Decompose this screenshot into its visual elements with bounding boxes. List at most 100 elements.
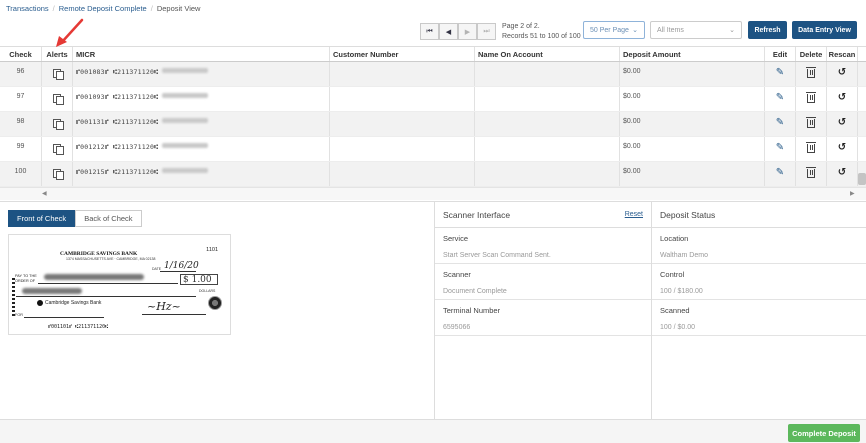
check-cell: 98 [0, 112, 42, 136]
per-page-select[interactable]: 50 Per Page ⌄ [583, 21, 645, 39]
data-entry-view-button[interactable]: Data Entry View [792, 21, 857, 39]
column-header-check[interactable]: Check [0, 47, 42, 61]
copy-icon[interactable] [52, 143, 64, 155]
rescan-icon[interactable]: ↺ [838, 68, 846, 78]
table-row[interactable]: 97 ⑈001093⑈ ⑆211371120⑆ $0.00 ✎ ↺ [0, 87, 866, 112]
name-on-account-cell [475, 137, 620, 161]
edit-cell: ✎ [765, 62, 796, 86]
edit-cell: ✎ [765, 112, 796, 136]
grid-header: Check Alerts MICR Customer Number Name O… [0, 47, 866, 62]
scroll-right-icon[interactable]: ▶ [850, 190, 855, 197]
copy-icon[interactable] [52, 93, 64, 105]
deposit-status-title: Deposit Status [660, 209, 716, 220]
trash-icon[interactable] [806, 67, 816, 78]
column-header-alerts[interactable]: Alerts [42, 47, 73, 61]
copy-icon[interactable] [52, 168, 64, 180]
check-amount: $ 1.00 [180, 274, 218, 285]
check-bank-address: 1374 MASSACHUSETTS AVE · CAMBRIDGE, MA 0… [66, 257, 156, 261]
horizontal-scrollbar[interactable]: ◀ ▶ [0, 187, 866, 200]
deposit-grid: Check Alerts MICR Customer Number Name O… [0, 46, 866, 200]
rescan-cell: ↺ [827, 87, 858, 111]
column-header-micr[interactable]: MICR [73, 47, 330, 61]
items-filter-select[interactable]: All Items ⌄ [650, 21, 742, 39]
prev-page-button[interactable]: ◀ [439, 23, 458, 40]
field-value: 100 / $0.00 [660, 324, 696, 331]
breadcrumb-deposit-view: Deposit View [156, 3, 201, 13]
table-row[interactable]: 98 ⑈001131⑈ ⑆211371120⑆ $0.00 ✎ ↺ [0, 112, 866, 137]
next-page-button[interactable]: ▶ [458, 23, 477, 40]
scroll-left-icon[interactable]: ◀ [42, 190, 47, 197]
check-number: 1101 [206, 247, 218, 253]
scanner-field-terminal-number: Terminal Number 6595066 [435, 300, 651, 336]
tab-back-of-check[interactable]: Back of Check [75, 210, 142, 227]
micr-cell: ⑈001131⑈ ⑆211371120⑆ [73, 112, 330, 136]
trash-icon[interactable] [806, 142, 816, 153]
column-header-name-on-account[interactable]: Name On Account [475, 47, 620, 61]
first-page-button[interactable]: ⏮ [420, 23, 439, 40]
trash-icon[interactable] [806, 92, 816, 103]
pencil-icon[interactable]: ✎ [776, 143, 784, 153]
micr-cell: ⑈001215⑈ ⑆211371120⑆ [73, 162, 330, 186]
micr-text: ⑈001212⑈ ⑆211371120⑆ [76, 143, 159, 151]
vertical-scrollbar-thumb[interactable] [858, 173, 866, 185]
chevron-down-icon: ⌄ [632, 27, 638, 34]
delete-cell [796, 137, 827, 161]
complete-deposit-button[interactable]: Complete Deposit [788, 424, 860, 442]
breadcrumb-remote-deposit-complete[interactable]: Remote Deposit Complete [59, 4, 147, 13]
pencil-icon[interactable]: ✎ [776, 168, 784, 178]
copy-icon[interactable] [52, 118, 64, 130]
redacted-account [162, 118, 209, 123]
tab-front-of-check[interactable]: Front of Check [8, 210, 76, 227]
pencil-icon[interactable]: ✎ [776, 93, 784, 103]
delete-cell [796, 162, 827, 186]
name-on-account-cell [475, 87, 620, 111]
rescan-icon[interactable]: ↺ [838, 93, 846, 103]
micr-text: ⑈001093⑈ ⑆211371120⑆ [76, 93, 159, 101]
row-filler [858, 62, 866, 86]
breadcrumb-separator: / [52, 3, 55, 13]
redacted-account [162, 68, 209, 73]
check-cell: 96 [0, 62, 42, 86]
chevron-down-icon: ⌄ [729, 27, 735, 34]
column-header-customer-number[interactable]: Customer Number [330, 47, 475, 61]
rescan-icon[interactable]: ↺ [838, 118, 846, 128]
copy-icon[interactable] [52, 68, 64, 80]
check-cell: 97 [0, 87, 42, 111]
table-row[interactable]: 96 ⑈001083⑈ ⑆211371120⑆ $0.00 ✎ ↺ [0, 62, 866, 87]
breadcrumb-transactions[interactable]: Transactions [6, 4, 49, 13]
last-page-button[interactable]: ⏭ [477, 23, 496, 40]
reset-link[interactable]: Reset [625, 211, 643, 218]
micr-cell: ⑈001212⑈ ⑆211371120⑆ [73, 137, 330, 161]
alerts-cell [42, 87, 73, 111]
check-date-line [160, 271, 196, 272]
check-written-amount-line [16, 296, 196, 297]
refresh-button[interactable]: Refresh [748, 21, 787, 39]
field-label: Terminal Number [443, 306, 501, 315]
column-header-deposit-amount[interactable]: Deposit Amount [620, 47, 765, 61]
trash-icon[interactable] [806, 117, 816, 128]
micr-text: ⑈001083⑈ ⑆211371120⑆ [76, 68, 159, 76]
pencil-icon[interactable]: ✎ [776, 118, 784, 128]
customer-number-cell [330, 87, 475, 111]
rescan-icon[interactable]: ↺ [838, 168, 846, 178]
rescan-icon[interactable]: ↺ [838, 143, 846, 153]
deposit-field-scanned: Scanned 100 / $0.00 [652, 300, 866, 336]
check-perforation [12, 278, 15, 318]
customer-number-cell [330, 162, 475, 186]
redacted-account [162, 168, 209, 173]
grid-rows: 96 ⑈001083⑈ ⑆211371120⑆ $0.00 ✎ ↺ 97 ⑈00… [0, 62, 866, 187]
table-row[interactable]: 99 ⑈001212⑈ ⑆211371120⑆ $0.00 ✎ ↺ [0, 137, 866, 162]
scanner-field-scanner: Scanner Document Complete [435, 264, 651, 300]
trash-icon[interactable] [806, 167, 816, 178]
delete-cell [796, 112, 827, 136]
delete-cell [796, 62, 827, 86]
check-seal-icon [208, 296, 222, 310]
field-value: Start Server Scan Command Sent. [443, 252, 551, 259]
pencil-icon[interactable]: ✎ [776, 68, 784, 78]
table-row[interactable]: 100 ⑈001215⑈ ⑆211371120⑆ $0.00 ✎ ↺ [0, 162, 866, 187]
per-page-value: 50 Per Page [590, 26, 629, 34]
breadcrumb: Transactions / Remote Deposit Complete /… [6, 2, 200, 14]
deposit-status-panel: Deposit Status Location Waltham Demo Con… [651, 202, 866, 420]
rescan-cell: ↺ [827, 112, 858, 136]
check-cell: 99 [0, 137, 42, 161]
